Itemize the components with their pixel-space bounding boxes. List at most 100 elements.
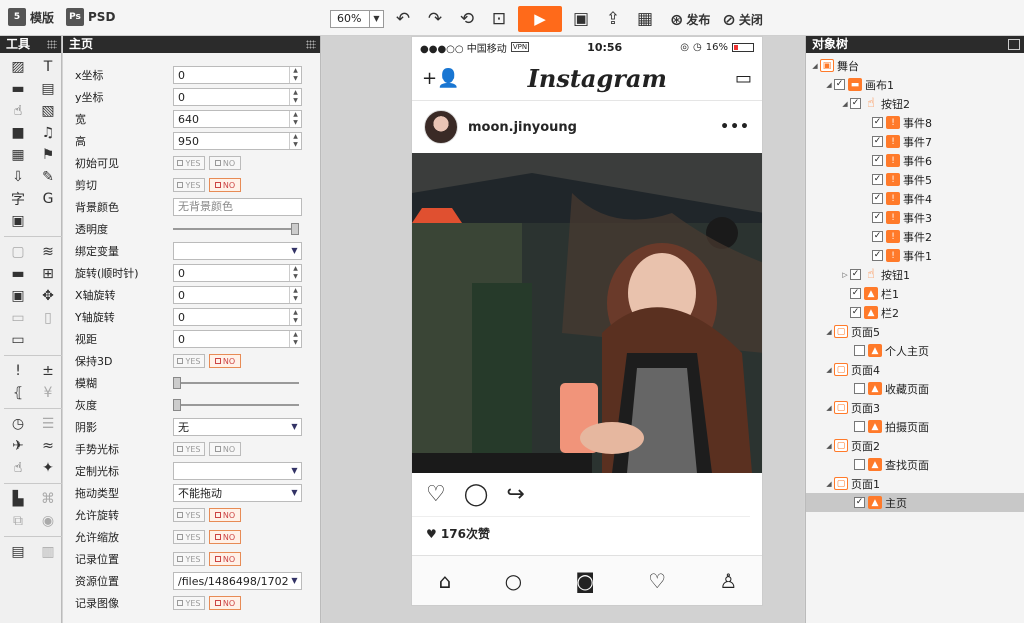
zoom-select[interactable]: 60% ▼ — [330, 10, 384, 28]
stepper-icon[interactable]: ▲ ▼ — [289, 309, 301, 325]
x-input[interactable]: 0 ▲ ▼ — [173, 66, 302, 84]
bracket-tool-icon[interactable]: ⦃ — [4, 382, 32, 404]
allow-scale-no-toggle[interactable]: NO — [209, 530, 241, 544]
mobile-tool-icon[interactable]: ▯ — [34, 307, 62, 329]
image-tool-icon[interactable]: ▨ — [4, 56, 32, 78]
width-input[interactable]: 640 ▲ ▼ — [173, 110, 302, 128]
grip-icon[interactable] — [306, 40, 316, 49]
gallery-tool-icon[interactable]: ▣ — [4, 210, 32, 232]
record-pos-no-toggle[interactable]: NO — [209, 552, 241, 566]
tree-node-page[interactable]: ◢ ▢ 页面3 — [806, 398, 1024, 417]
text-tool-icon[interactable]: T — [34, 56, 62, 78]
checkbox[interactable]: ✓ — [834, 79, 845, 90]
tree-node-page-child[interactable]: ▲ 查找页面 — [806, 455, 1024, 474]
tree-node-button2[interactable]: ◢ ✓ ☝ 按钮2 — [806, 94, 1024, 113]
collapse-icon[interactable]: ◢ — [824, 81, 834, 89]
picture-tool-icon[interactable]: ▧ — [34, 100, 62, 122]
checkbox[interactable]: ✓ — [872, 117, 883, 128]
tree-node-bar1[interactable]: ✓ ▲ 栏1 — [806, 284, 1024, 303]
slider-handle[interactable] — [173, 377, 181, 389]
tree-node-event[interactable]: ✓ ! 事件4 — [806, 189, 1024, 208]
post-photo[interactable] — [412, 153, 762, 473]
checkbox[interactable]: ✓ — [872, 250, 883, 261]
tree-node-event[interactable]: ✓ ! 事件2 — [806, 227, 1024, 246]
collapse-icon[interactable]: ◢ — [824, 442, 834, 450]
profile-icon[interactable]: ♙ — [719, 569, 737, 593]
panel-toggle-icon[interactable] — [1008, 39, 1020, 50]
gray-slider[interactable] — [173, 397, 299, 413]
book-tool-icon[interactable]: ▥ — [34, 541, 62, 563]
tree-node-page-child-selected[interactable]: ✓ ▲ 主页 — [806, 493, 1024, 512]
stepper-icon[interactable]: ▲ ▼ — [289, 287, 301, 303]
collapse-icon[interactable]: ◢ — [824, 328, 834, 336]
checkbox[interactable]: ✓ — [854, 497, 865, 508]
run-tool-icon[interactable]: ✈ — [4, 435, 32, 457]
bg-color-input[interactable]: 无背景颜色 — [173, 198, 302, 216]
copy-tool-icon[interactable]: ⧉ — [4, 510, 32, 532]
monitor-tool-icon[interactable]: ▭ — [4, 307, 32, 329]
avatar[interactable] — [424, 110, 458, 144]
tree-node-event[interactable]: ✓ ! 事件3 — [806, 208, 1024, 227]
checkbox[interactable]: ✓ — [850, 98, 861, 109]
touch-tool-icon[interactable]: ☝ — [4, 457, 32, 479]
rotate-input[interactable]: 0 ▲ ▼ — [173, 264, 302, 282]
hand-tool-icon[interactable]: ☝ — [4, 100, 32, 122]
visible-yes-toggle[interactable]: YES — [173, 156, 205, 170]
gesture-no-toggle[interactable]: NO — [209, 442, 241, 456]
tree-node-button1[interactable]: ▷ ✓ ☝ 按钮1 — [806, 265, 1024, 284]
tree-node-page[interactable]: ◢ ▢ 页面5 — [806, 322, 1024, 341]
inbox-icon[interactable]: ▭ — [735, 68, 752, 89]
collapse-icon[interactable]: ◢ — [810, 62, 820, 70]
checkbox[interactable]: ✓ — [872, 212, 883, 223]
tree-node-event[interactable]: ✓ ! 事件8 — [806, 113, 1024, 132]
preview-play-button[interactable]: ▶ — [518, 6, 562, 32]
publish-button[interactable]: ⊛ 发布 — [670, 10, 710, 29]
allow-scale-yes-toggle[interactable]: YES — [173, 530, 205, 544]
checkbox[interactable]: ✓ — [850, 269, 861, 280]
tree-node-page[interactable]: ◢ ▢ 页面4 — [806, 360, 1024, 379]
sliders-tool-icon[interactable]: ☰ — [34, 413, 62, 435]
adjust-tool-icon[interactable]: ⊞ — [34, 263, 62, 285]
file-tool-icon[interactable]: ▤ — [34, 78, 62, 100]
tree-node-page-child[interactable]: ▲ 拍摄页面 — [806, 417, 1024, 436]
record-pos-yes-toggle[interactable]: YES — [173, 552, 205, 566]
keep3d-no-toggle[interactable]: NO — [209, 354, 241, 368]
music-tool-icon[interactable]: ♫ — [34, 122, 62, 144]
move-tool-icon[interactable]: ✥ — [34, 285, 62, 307]
download-tool-icon[interactable]: ⇩ — [4, 166, 32, 188]
layers-tool-icon[interactable]: ≋ — [34, 241, 62, 263]
keep3d-yes-toggle[interactable]: YES — [173, 354, 205, 368]
tree-node-stage[interactable]: ◢ ▣ 舞台 — [806, 56, 1024, 75]
psd-button[interactable]: Ps PSD — [66, 8, 115, 26]
tree-node-event[interactable]: ✓ ! 事件7 — [806, 132, 1024, 151]
resource-select[interactable]: /files/1486498/17029 ▼ — [173, 572, 302, 590]
tree-node-page-child[interactable]: ▲ 收藏页面 — [806, 379, 1024, 398]
collapse-icon[interactable]: ◢ — [824, 366, 834, 374]
snapshot-button[interactable]: ⊡ — [486, 7, 512, 31]
note-tool-icon[interactable]: ▢ — [4, 241, 32, 263]
x-rotation-input[interactable]: 0 ▲ ▼ — [173, 286, 302, 304]
collapse-icon[interactable]: ◢ — [824, 404, 834, 412]
timer-tool-icon[interactable]: ◷ — [4, 413, 32, 435]
template-button[interactable]: 5 模版 — [8, 8, 54, 26]
checkbox[interactable] — [854, 421, 865, 432]
frame-tool-icon[interactable]: ▣ — [4, 285, 32, 307]
network-tool-icon[interactable]: ⌘ — [34, 488, 62, 510]
record-img-no-toggle[interactable]: NO — [209, 596, 241, 610]
brush-tool-icon[interactable]: ⚑ — [34, 144, 62, 166]
checkbox[interactable] — [854, 383, 865, 394]
design-canvas[interactable]: ●●●○○ 中国移动 VPN 10:56 ◎ ◷ 16% +👤 Instagra… — [322, 36, 804, 623]
checkbox[interactable]: ✓ — [872, 193, 883, 204]
board-tool-icon[interactable]: ▙ — [4, 488, 32, 510]
blur-slider[interactable] — [173, 375, 299, 391]
stepper-icon[interactable]: ▲ ▼ — [289, 331, 301, 347]
signal-tool-icon[interactable]: ◉ — [34, 510, 62, 532]
save-button[interactable]: ▣ — [568, 7, 594, 31]
heart-icon[interactable]: ♡ — [426, 482, 446, 507]
shape-tool-icon[interactable]: ▬ — [4, 78, 32, 100]
close-button[interactable]: ⊘ 关闭 — [722, 10, 762, 29]
search-icon[interactable]: ○ — [505, 569, 522, 593]
checkbox[interactable] — [854, 345, 865, 356]
more-icon[interactable]: ••• — [720, 119, 750, 135]
checkbox[interactable] — [854, 459, 865, 470]
